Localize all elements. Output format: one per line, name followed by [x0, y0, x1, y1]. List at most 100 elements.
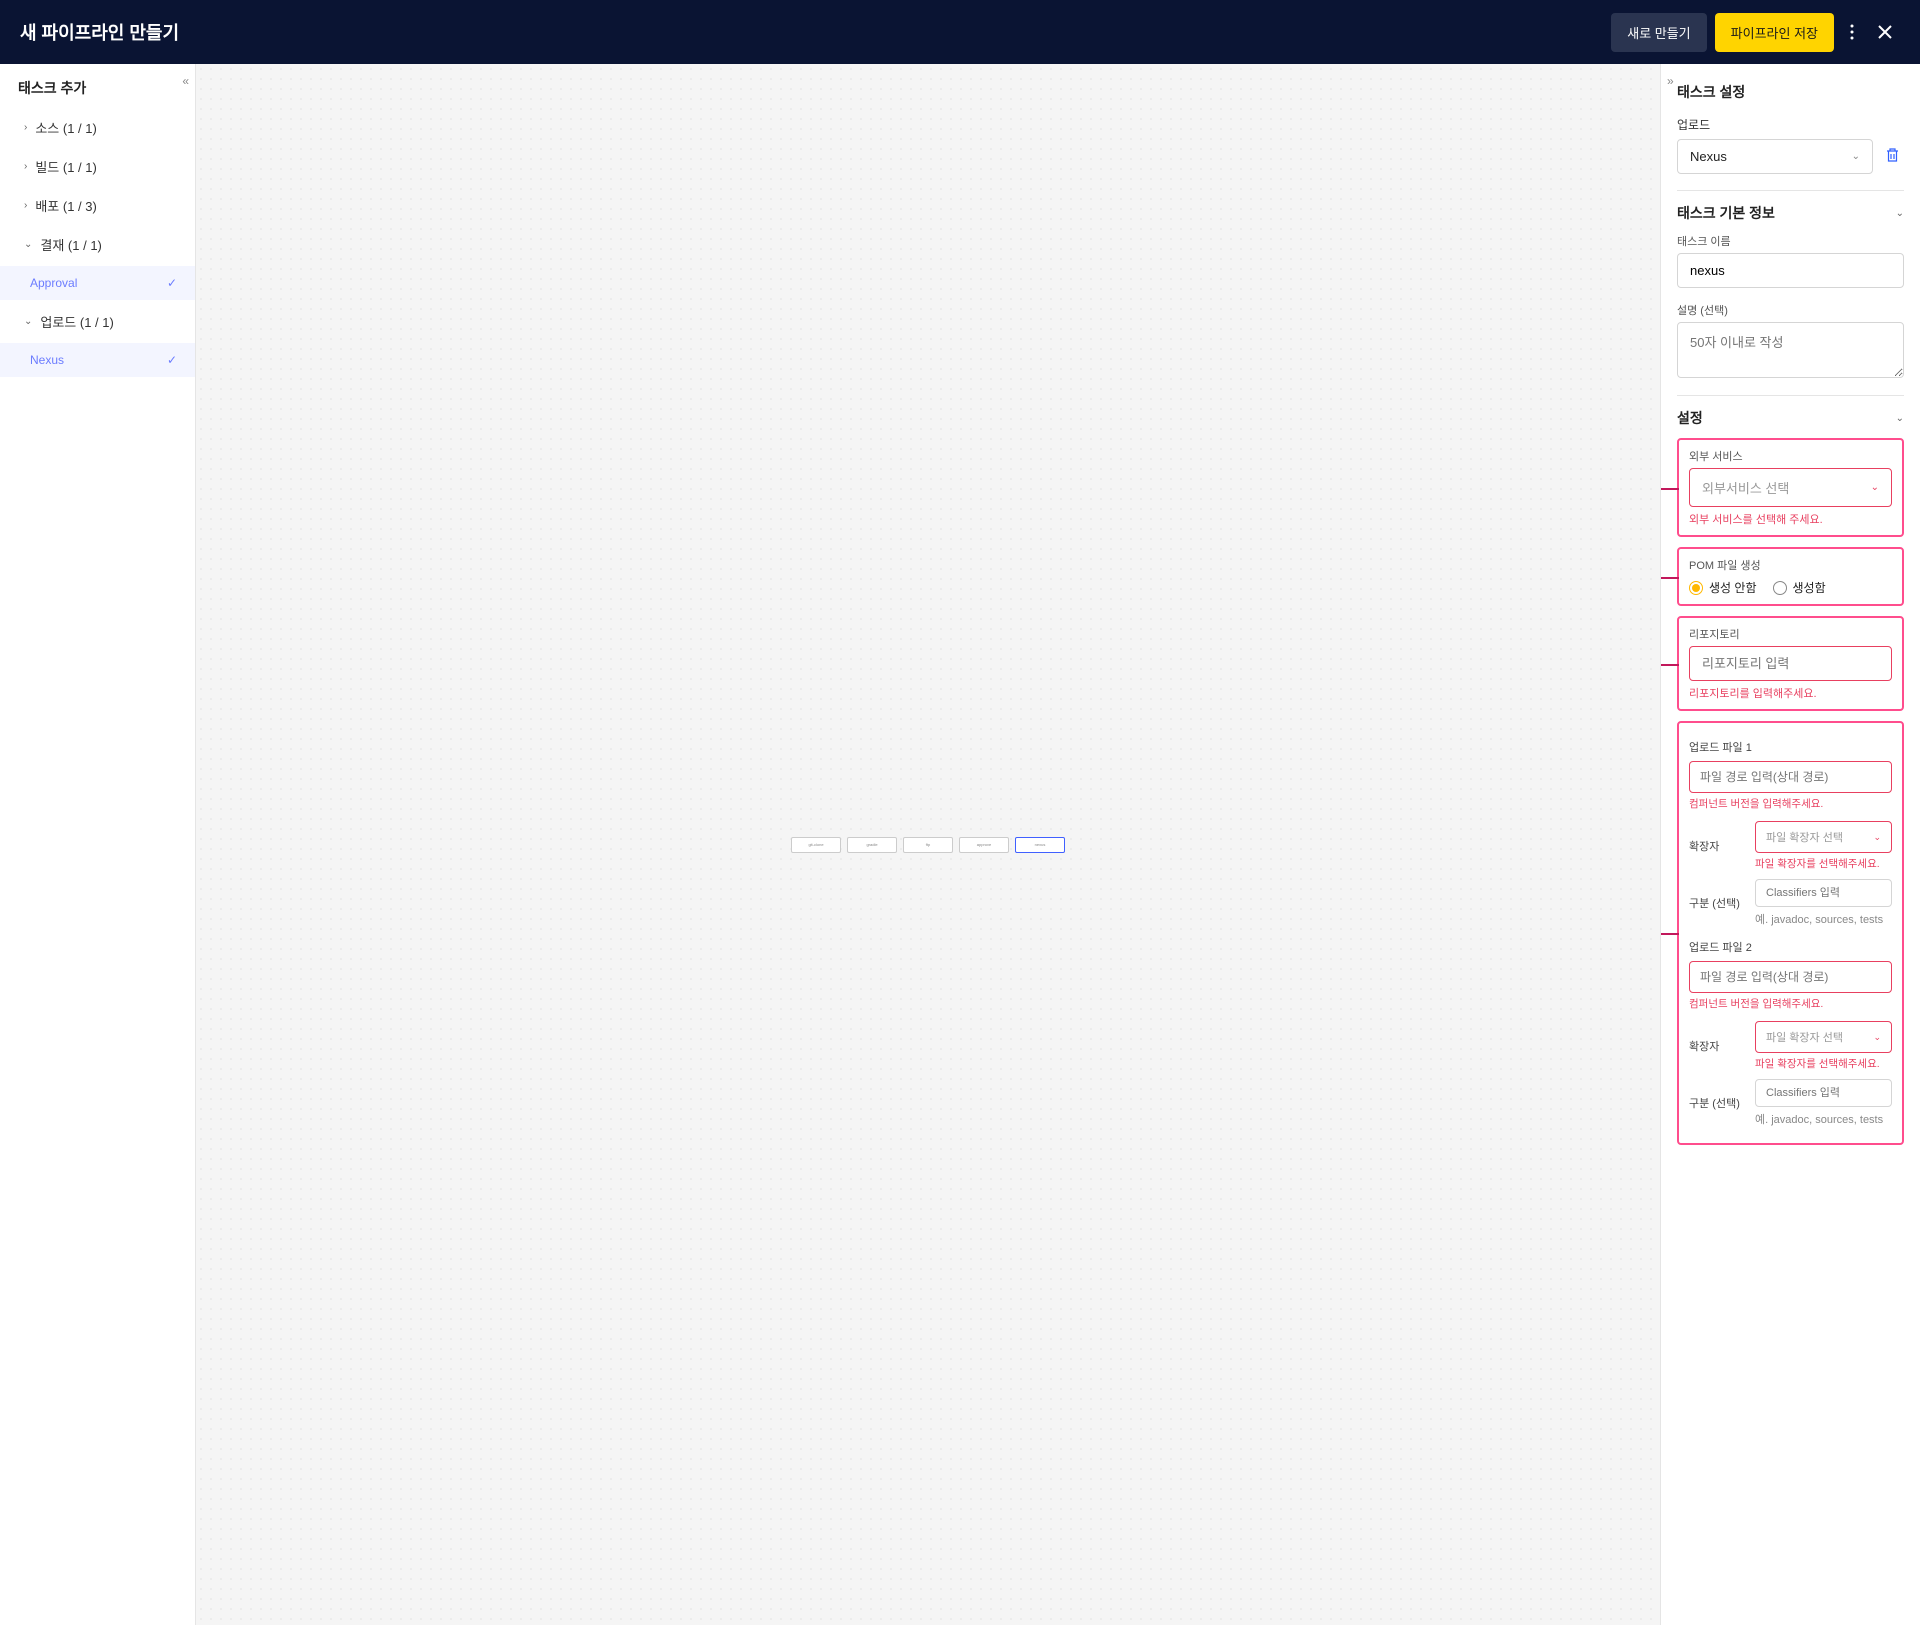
chevron-down-icon: ⌄	[1852, 151, 1860, 162]
panel-title: 태스크 설정	[1677, 78, 1904, 102]
canvas-node[interactable]: git-clone	[791, 837, 841, 853]
canvas-node-active[interactable]: nexus	[1015, 837, 1065, 853]
tree-group-deploy[interactable]: › 배포 (1 / 3)	[0, 186, 195, 225]
radio-label: 생성함	[1793, 579, 1826, 596]
ext-service-error: 외부 서비스를 선택해 주세요.	[1689, 511, 1892, 527]
file1-ext-select[interactable]: 파일 확장자 선택 ⌄	[1755, 821, 1892, 853]
sidebar-left: « 태스크 추가 › 소스 (1 / 1) › 빌드 (1 / 1) › 배포 …	[0, 64, 196, 1625]
tree-group-approval[interactable]: ⌄ 결재 (1 / 1)	[0, 225, 195, 264]
chevron-down-icon: ⌄	[1873, 1032, 1881, 1043]
canvas-node[interactable]: gradle	[847, 837, 897, 853]
chevron-right-icon: ›	[24, 161, 27, 172]
tree-leaf-label: Nexus	[30, 353, 64, 367]
canvas-node[interactable]: ftp	[903, 837, 953, 853]
file1-path-error: 컴퍼넌트 버전을 입력해주세요.	[1689, 796, 1892, 811]
canvas-node[interactable]: approve	[959, 837, 1009, 853]
select-placeholder: 파일 확장자 선택	[1766, 829, 1843, 845]
app-header: 새 파이프라인 만들기 새로 만들기 파이프라인 저장	[0, 0, 1920, 64]
sidebar-right: » 태스크 설정 업로드 Nexus ⌄ 태스크 기본 정보 ⌄ 태스크 이름 …	[1660, 64, 1920, 1625]
chevron-down-icon: ⌄	[1896, 208, 1904, 219]
tree-group-source[interactable]: › 소스 (1 / 1)	[0, 108, 195, 147]
tree-label: 결재 (1 / 1)	[40, 235, 102, 254]
pom-label: POM 파일 생성	[1689, 557, 1892, 573]
tree-label: 업로드 (1 / 1)	[40, 312, 113, 331]
pom-radio-yes[interactable]: 생성함	[1773, 579, 1826, 596]
badge-line	[1661, 933, 1679, 935]
radio-label: 생성 안함	[1709, 579, 1757, 596]
highlight-pom: 2 POM 파일 생성 생성 안함 생성함	[1677, 547, 1904, 606]
chevron-right-icon: ›	[24, 122, 27, 133]
divider	[1677, 190, 1904, 191]
file1-classifier-input[interactable]	[1755, 879, 1892, 907]
file1-classifier-label: 구분 (선택)	[1689, 895, 1745, 911]
chevron-down-icon: ⌄	[24, 316, 32, 327]
badge-line	[1661, 488, 1679, 490]
file1-ext-label: 확장자	[1689, 838, 1745, 854]
header-actions: 새로 만들기 파이프라인 저장	[1611, 13, 1900, 52]
task-desc-label: 설명 (선택)	[1677, 302, 1904, 318]
tree-leaf-label: Approval	[30, 276, 77, 290]
section-title: 설정	[1677, 408, 1703, 428]
select-placeholder: 외부서비스 선택	[1702, 478, 1789, 497]
file2-classifier-label: 구분 (선택)	[1689, 1095, 1745, 1111]
file2-classifier-input[interactable]	[1755, 1079, 1892, 1107]
repo-label: 리포지토리	[1689, 626, 1892, 642]
page-title: 새 파이프라인 만들기	[20, 19, 179, 45]
badge-line	[1661, 664, 1679, 666]
ext-service-select[interactable]: 외부서비스 선택 ⌄	[1689, 468, 1892, 507]
task-name-input[interactable]	[1677, 253, 1904, 288]
divider	[1677, 395, 1904, 396]
close-icon[interactable]	[1870, 17, 1900, 47]
repo-error: 리포지토리를 입력해주세요.	[1689, 685, 1892, 701]
file2-path-input[interactable]	[1689, 961, 1892, 993]
repo-input[interactable]	[1689, 646, 1892, 681]
pipeline-canvas[interactable]: git-clone gradle ftp approve nexus	[196, 64, 1660, 1625]
check-icon: ✓	[167, 276, 177, 290]
file1-ext-error: 파일 확장자를 선택해주세요.	[1755, 856, 1892, 871]
upload-label: 업로드	[1677, 116, 1904, 133]
more-icon[interactable]	[1842, 16, 1862, 48]
highlight-files: 4 업로드 파일 1 컴퍼넌트 버전을 입력해주세요. 확장자 파일 확장자 선…	[1677, 721, 1904, 1145]
basic-info-header[interactable]: 태스크 기본 정보 ⌄	[1677, 203, 1904, 223]
file1-path-input[interactable]	[1689, 761, 1892, 793]
file1-classifier-hint: 예. javadoc, sources, tests	[1755, 911, 1892, 927]
pom-radio-no[interactable]: 생성 안함	[1689, 579, 1757, 596]
settings-header[interactable]: 설정 ⌄	[1677, 408, 1904, 428]
file2-ext-select[interactable]: 파일 확장자 선택 ⌄	[1755, 1021, 1892, 1053]
file2-classifier-hint: 예. javadoc, sources, tests	[1755, 1111, 1892, 1127]
expand-right-icon[interactable]: »	[1667, 74, 1674, 88]
main-layout: « 태스크 추가 › 소스 (1 / 1) › 빌드 (1 / 1) › 배포 …	[0, 64, 1920, 1625]
tree-label: 배포 (1 / 3)	[35, 196, 97, 215]
tree-label: 소스 (1 / 1)	[35, 118, 97, 137]
canvas-nodes: git-clone gradle ftp approve nexus	[791, 837, 1065, 853]
file2-path-error: 컴퍼넌트 버전을 입력해주세요.	[1689, 996, 1892, 1011]
tree-group-upload[interactable]: ⌄ 업로드 (1 / 1)	[0, 302, 195, 341]
check-icon: ✓	[167, 353, 177, 367]
new-button[interactable]: 새로 만들기	[1611, 13, 1706, 52]
chevron-right-icon: ›	[24, 200, 27, 211]
tree-label: 빌드 (1 / 1)	[35, 157, 97, 176]
file1-label: 업로드 파일 1	[1689, 739, 1892, 755]
chevron-down-icon: ⌄	[24, 239, 32, 250]
badge-line	[1661, 577, 1679, 579]
save-pipeline-button[interactable]: 파이프라인 저장	[1715, 13, 1834, 52]
tree-leaf-approval[interactable]: Approval ✓	[0, 266, 195, 300]
select-value: Nexus	[1690, 149, 1727, 164]
ext-service-label: 외부 서비스	[1689, 448, 1892, 464]
select-placeholder: 파일 확장자 선택	[1766, 1029, 1843, 1045]
delete-icon[interactable]	[1881, 143, 1904, 170]
file2-label: 업로드 파일 2	[1689, 939, 1892, 955]
upload-type-select[interactable]: Nexus ⌄	[1677, 139, 1873, 174]
chevron-down-icon: ⌄	[1873, 832, 1881, 843]
collapse-left-icon[interactable]: «	[182, 74, 189, 88]
highlight-repo: 3 리포지토리 리포지토리를 입력해주세요.	[1677, 616, 1904, 711]
task-name-label: 태스크 이름	[1677, 233, 1904, 249]
radio-icon	[1773, 581, 1787, 595]
tree-group-build[interactable]: › 빌드 (1 / 1)	[0, 147, 195, 186]
task-desc-input[interactable]	[1677, 322, 1904, 378]
file2-ext-label: 확장자	[1689, 1038, 1745, 1054]
highlight-ext-service: 1 외부 서비스 외부서비스 선택 ⌄ 외부 서비스를 선택해 주세요.	[1677, 438, 1904, 537]
chevron-down-icon: ⌄	[1896, 413, 1904, 424]
tree-leaf-nexus[interactable]: Nexus ✓	[0, 343, 195, 377]
radio-icon	[1689, 581, 1703, 595]
